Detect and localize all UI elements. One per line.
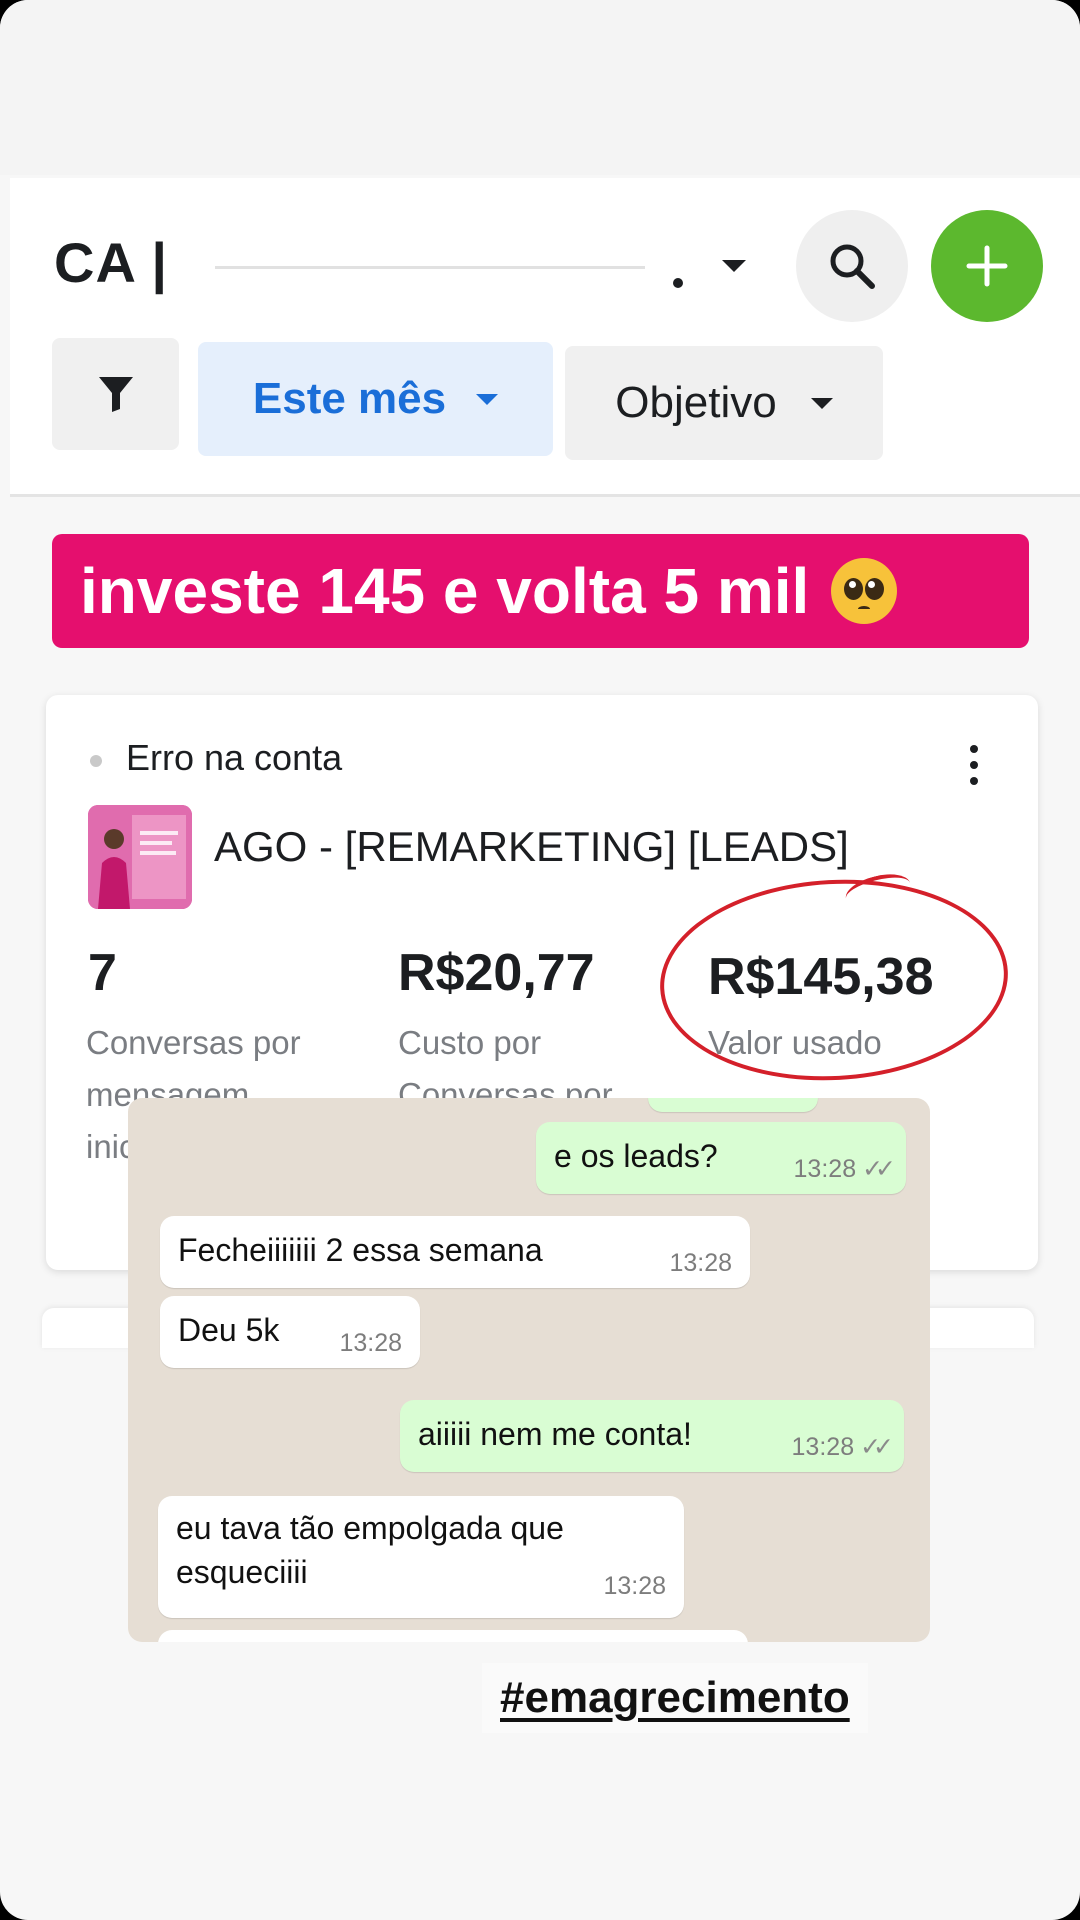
chat-message-in: Deu 5k 13:28 [160,1296,420,1368]
metric-conversations-value: 7 [88,944,117,1002]
chat-message-out: e os leads? 13:28 ✓✓ [536,1122,906,1194]
date-filter-label: Este mês [252,374,447,423]
account-name-redaction [215,266,645,269]
chat-bubble-partial [648,1098,818,1112]
campaign-thumbnail [88,805,192,909]
status-dot-icon [90,755,102,767]
ads-manager-header: CA | Este mês Objetivo [10,178,1080,496]
metric-cost-value: R$20,77 [398,944,595,1002]
objective-filter-label: Objetivo [615,378,777,427]
account-dropdown-icon[interactable] [722,260,746,272]
more-options-icon[interactable] [968,745,980,785]
pleading-face-emoji-icon [831,558,898,624]
chat-bubble-partial [158,1630,748,1642]
campaign-status: Erro na conta [126,737,343,778]
whatsapp-chat-screenshot: e os leads? 13:28 ✓✓ Fecheiiiiiii 2 essa … [128,1098,930,1642]
chevron-down-icon [810,397,833,409]
chat-message-in: Fecheiiiiiii 2 essa semana 13:28 [160,1216,750,1288]
filter-button[interactable] [52,338,179,450]
banner-text: investe 145 e volta 5 mil [80,555,810,627]
chevron-down-icon [476,393,499,405]
story-text-banner: investe 145 e volta 5 mil [52,534,1029,648]
header-divider [10,494,1080,497]
read-ticks-icon: ✓✓ [862,1155,896,1183]
screen: CA | Este mês Objetivo investe 145 e vol… [0,0,1080,1920]
plus-icon [966,245,1008,287]
objective-filter-button[interactable]: Objetivo [565,346,883,460]
add-button[interactable] [931,210,1043,322]
hashtag-sticker[interactable]: #emagrecimento [482,1663,868,1733]
story-frame: CA | Este mês Objetivo investe 145 e vol… [0,0,1080,1920]
account-name[interactable]: CA | [54,230,168,295]
chat-message-out: aiiiii nem me conta! 13:28 ✓✓ [400,1400,904,1472]
account-dot [673,278,683,288]
story-top-blank [0,0,1080,175]
chat-message-in: eu tava tão empolgada que esqueciiii 13:… [158,1496,684,1618]
funnel-icon [98,377,133,412]
read-ticks-icon: ✓✓ [860,1433,894,1461]
campaign-name: AGO - [REMARKETING] [LEADS] [214,823,849,870]
date-filter-button[interactable]: Este mês [198,342,553,456]
search-button[interactable] [796,210,908,322]
search-icon [830,244,875,289]
